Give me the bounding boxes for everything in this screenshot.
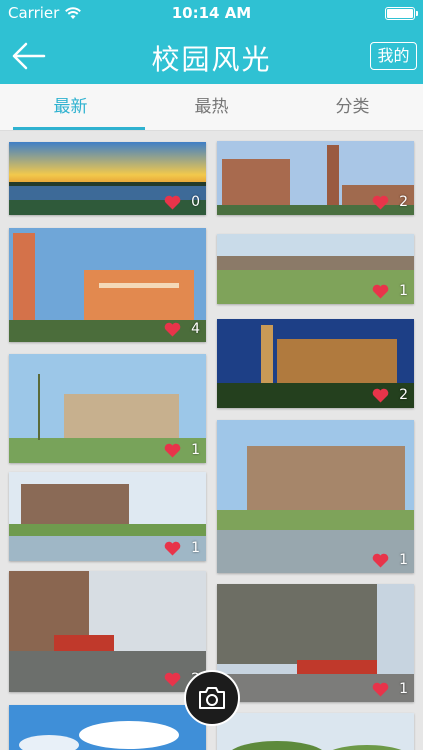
photo-card[interactable] [9, 705, 206, 750]
photo-card[interactable]: 1 [217, 420, 414, 573]
heart-icon[interactable] [164, 322, 181, 337]
like-counter: 1 [372, 282, 408, 300]
like-count: 1 [399, 283, 408, 299]
like-counter: 1 [372, 551, 408, 569]
like-counter: 1 [164, 441, 200, 459]
battery-icon [385, 7, 418, 20]
tab-category[interactable]: 分类 [282, 84, 423, 131]
photo-card[interactable]: 2 [217, 319, 414, 408]
like-count: 1 [191, 540, 200, 556]
like-counter: 2 [372, 386, 408, 404]
like-count: 4 [191, 321, 200, 337]
like-count: 2 [399, 194, 408, 210]
like-counter: 4 [164, 320, 200, 338]
tab-bar: 最新 最热 分类 [0, 84, 423, 131]
photo-card[interactable]: 2 [9, 571, 206, 692]
heart-icon[interactable] [164, 443, 181, 458]
heart-icon[interactable] [372, 284, 389, 299]
photo-card[interactable]: 4 [9, 228, 206, 342]
page-title: 校园风光 [151, 43, 272, 76]
heart-icon[interactable] [372, 195, 389, 210]
photo-card[interactable]: 2 [217, 141, 414, 215]
heart-icon[interactable] [372, 682, 389, 697]
mine-button[interactable]: 我的 [370, 42, 417, 70]
photo-card[interactable]: 1 [9, 472, 206, 561]
heart-icon[interactable] [164, 672, 181, 687]
like-counter: 1 [372, 680, 408, 698]
clock: 10:14 AM [171, 4, 252, 22]
camera-icon [199, 687, 225, 709]
photo-blue-sky [9, 705, 206, 750]
tab-indicator [13, 127, 145, 130]
like-count: 0 [191, 194, 200, 210]
photo-grid: 0 4 1 1 2 1 2 1 1 [0, 131, 423, 750]
like-counter: 0 [164, 193, 200, 211]
heart-icon[interactable] [372, 388, 389, 403]
like-count: 1 [191, 442, 200, 458]
photo-trees-sky [217, 713, 414, 750]
like-count: 1 [399, 681, 408, 697]
nav-bar: 校园风光 我的 [0, 28, 423, 84]
heart-icon[interactable] [164, 195, 181, 210]
photo-card[interactable]: 1 [217, 584, 414, 702]
photo-card[interactable]: 1 [9, 354, 206, 463]
heart-icon[interactable] [372, 553, 389, 568]
camera-button[interactable] [184, 670, 240, 726]
heart-icon[interactable] [164, 541, 181, 556]
tab-hottest[interactable]: 最热 [141, 84, 282, 131]
like-count: 2 [399, 387, 408, 403]
like-counter: 1 [164, 539, 200, 557]
like-counter: 2 [372, 193, 408, 211]
photo-card[interactable]: 0 [9, 142, 206, 215]
photo-card[interactable]: 1 [217, 234, 414, 304]
status-bar: Carrier 10:14 AM [0, 0, 423, 28]
photo-card[interactable] [217, 713, 414, 750]
tab-latest[interactable]: 最新 [0, 84, 141, 131]
like-count: 1 [399, 552, 408, 568]
